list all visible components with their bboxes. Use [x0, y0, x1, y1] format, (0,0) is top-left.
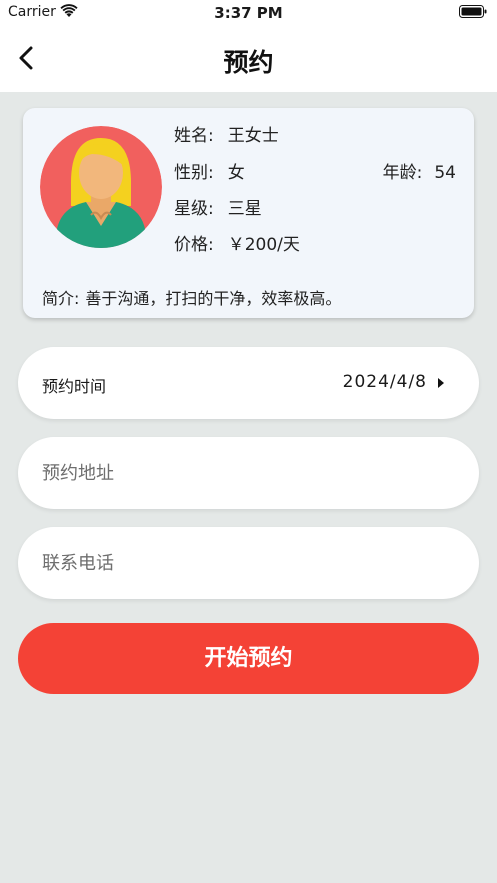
- battery-icon: [459, 5, 487, 18]
- address-input[interactable]: [42, 458, 452, 488]
- avatar: [40, 126, 162, 248]
- caregiver-card: 姓名: 王女士 性别: 女 年龄: 54 星级: 三星 价格: ￥200/天 简介: 善于沟…: [23, 108, 474, 318]
- start-booking-button[interactable]: 开始预约: [18, 623, 479, 694]
- name-label: 姓名:: [174, 126, 214, 146]
- status-bar: Carrier 3:37 PM: [0, 0, 497, 26]
- price-label: 价格:: [174, 235, 214, 255]
- age-value: 54: [434, 163, 456, 183]
- phone-input[interactable]: [42, 548, 452, 578]
- booking-time-value[interactable]: 2024/4/8: [343, 372, 427, 392]
- gender-row: 性别: 女: [174, 158, 245, 183]
- caret-right-icon[interactable]: [437, 378, 445, 388]
- header: Carrier 3:37 PM 预约: [0, 0, 497, 92]
- address-field[interactable]: [18, 437, 479, 509]
- nav-bar: 预约: [0, 26, 497, 92]
- name-value: 王女士: [227, 126, 279, 146]
- price-value: ￥200/天: [227, 235, 300, 255]
- booking-time-field[interactable]: 预约时间 2024/4/8: [18, 347, 479, 419]
- phone-field[interactable]: [18, 527, 479, 599]
- gender-value: 女: [227, 163, 245, 183]
- name-row: 姓名: 王女士: [174, 121, 279, 146]
- level-row: 星级: 三星: [174, 194, 262, 219]
- level-label: 星级:: [174, 199, 214, 219]
- booking-time-label: 预约时间: [42, 377, 107, 396]
- gender-label: 性别:: [174, 163, 214, 183]
- page-title: 预约: [223, 48, 274, 77]
- intro-value: 善于沟通，打扫的干净，效率极高。: [85, 289, 342, 308]
- clock: 3:37 PM: [214, 4, 283, 22]
- intro-row: 简介: 善于沟通，打扫的干净，效率极高。: [42, 285, 341, 309]
- price-row: 价格: ￥200/天: [174, 230, 300, 255]
- age-label: 年龄:: [382, 163, 423, 183]
- female-avatar-icon: [40, 126, 162, 248]
- level-value: 三星: [227, 199, 262, 219]
- age-row: 年龄: 54: [383, 158, 456, 183]
- intro-label: 简介:: [42, 289, 80, 308]
